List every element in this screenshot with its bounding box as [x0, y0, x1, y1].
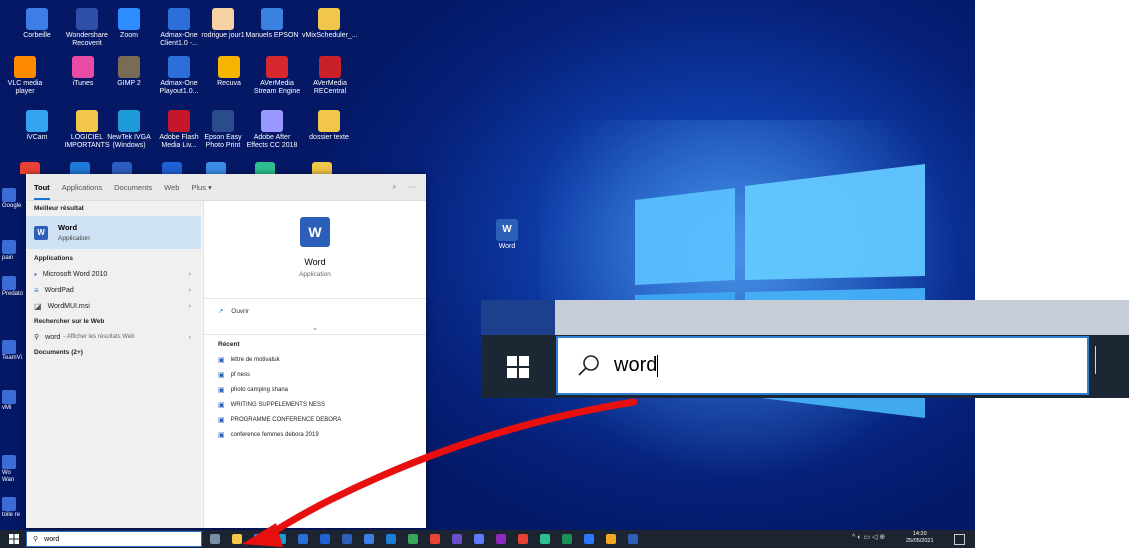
red-arrow-annotation	[242, 398, 638, 547]
